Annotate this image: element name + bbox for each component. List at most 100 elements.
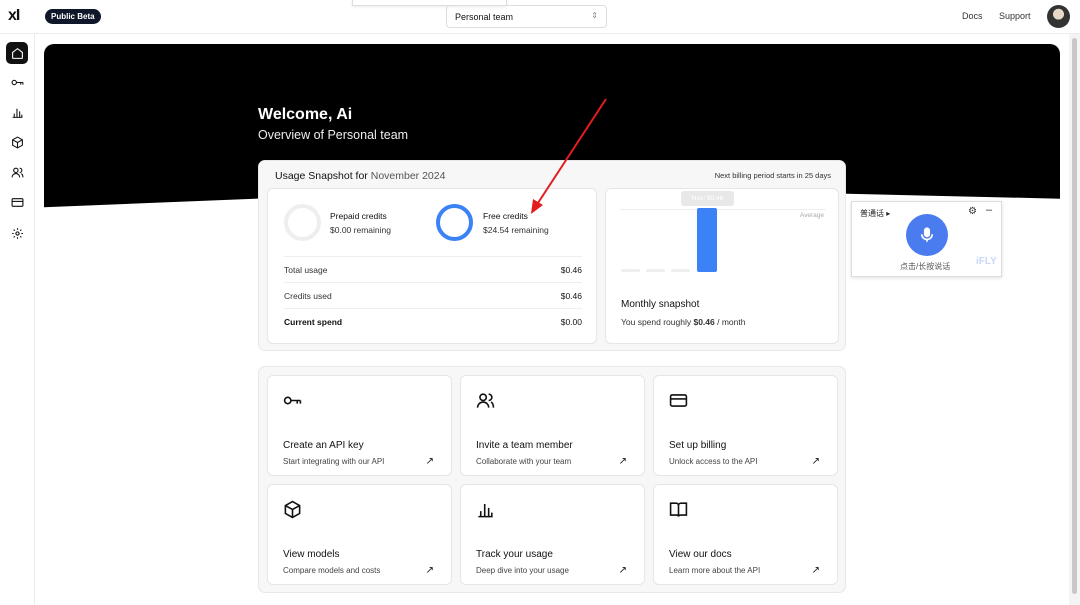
- action-title: View our docs: [669, 549, 732, 560]
- free-credits-remaining: $24.54 remaining: [483, 225, 549, 235]
- chart-bar-empty: [621, 269, 640, 272]
- sidebar: [0, 34, 35, 605]
- action-track-usage[interactable]: Track your usage Deep dive into your usa…: [460, 484, 645, 585]
- docs-link[interactable]: Docs: [962, 11, 983, 21]
- key-icon: [11, 79, 23, 85]
- welcome-heading: Welcome, Ai: [258, 106, 353, 123]
- action-subtitle: Start integrating with our API: [283, 457, 385, 466]
- chart-bar-empty: [646, 269, 665, 272]
- avatar[interactable]: [1047, 5, 1070, 28]
- scrollbar-thumb[interactable]: [1072, 38, 1077, 594]
- action-title: Set up billing: [669, 440, 727, 451]
- usage-row-value: $0.46: [560, 265, 582, 275]
- prepaid-credits-ring: [284, 204, 321, 241]
- bar-chart-icon: [12, 108, 22, 118]
- arrow-up-right-icon: ↗: [425, 456, 434, 467]
- gear-icon: [11, 227, 23, 239]
- credit-card-icon: [669, 394, 688, 407]
- action-subtitle: Collaborate with your team: [476, 457, 572, 466]
- overview-subheading: Overview of Personal team: [258, 128, 409, 142]
- action-create-api-key[interactable]: Create an API key Start integrating with…: [267, 375, 452, 476]
- action-view-models[interactable]: View models Compare models and costs ↗: [267, 484, 452, 585]
- free-credits-ring: [436, 204, 473, 241]
- ifly-logo: iFLY: [976, 256, 997, 267]
- usage-row-label: Credits used: [284, 291, 332, 301]
- usage-snapshot-title: Usage Snapshot for November 2024: [275, 170, 445, 182]
- usage-snapshot-panel: Usage Snapshot for November 2024 Next bi…: [258, 160, 846, 351]
- updown-chevron-icon: ⇕: [591, 11, 598, 20]
- sidebar-item-models[interactable]: [6, 131, 28, 153]
- credit-card-icon: [11, 197, 23, 207]
- arrow-up-right-icon: ↗: [811, 456, 820, 467]
- cube-icon: [284, 500, 301, 519]
- microphone-icon: [920, 227, 934, 242]
- usage-row-label: Current spend: [284, 317, 343, 327]
- next-billing-text: Next billing period starts in 25 days: [714, 171, 831, 180]
- microphone-button[interactable]: [906, 214, 948, 256]
- key-icon: [283, 396, 302, 405]
- ifly-voice-widget: 普通话 ▸ ⚙ – 点击/长按说话 iFLY: [851, 201, 1002, 277]
- action-subtitle: Deep dive into your usage: [476, 566, 569, 575]
- bar-chart-icon: [478, 503, 493, 518]
- arrow-up-right-icon: ↗: [811, 565, 820, 576]
- language-mode-selector[interactable]: 普通话 ▸: [860, 208, 890, 219]
- sidebar-item-team[interactable]: [6, 161, 28, 183]
- action-title: Invite a team member: [476, 440, 573, 451]
- monthly-amount: $0.46: [693, 317, 715, 327]
- scrollbar[interactable]: [1069, 34, 1080, 605]
- home-icon: [11, 47, 23, 59]
- monthly-snapshot-text: You spend roughly $0.46 / month: [621, 317, 745, 327]
- chart-bar-current-month[interactable]: [697, 208, 717, 272]
- sidebar-item-usage[interactable]: [6, 101, 28, 123]
- monthly-suffix: / month: [714, 317, 746, 327]
- cube-icon: [11, 135, 23, 149]
- team-select[interactable]: Personal team ⇕: [446, 5, 607, 28]
- prepaid-credits-label: Prepaid credits: [330, 211, 387, 221]
- users-icon: [11, 167, 23, 177]
- prepaid-credits-remaining: $0.00 remaining: [330, 225, 391, 235]
- monthly-prefix: You spend roughly: [621, 317, 694, 327]
- arrow-up-right-icon: ↗: [618, 456, 627, 467]
- action-set-up-billing[interactable]: Set up billing Unlock access to the API …: [653, 375, 838, 476]
- usage-row-label: Total usage: [284, 265, 328, 275]
- sidebar-item-settings[interactable]: [6, 222, 28, 244]
- book-icon: [669, 502, 688, 517]
- top-bar: xI Public Beta Personal team ⇕ Docs Supp…: [0, 0, 1080, 34]
- app-logo[interactable]: xI: [8, 7, 20, 25]
- average-line: [620, 209, 826, 210]
- free-credits-label: Free credits: [483, 211, 528, 221]
- arrow-up-right-icon: ↗: [425, 565, 434, 576]
- sidebar-item-api-keys[interactable]: [6, 71, 28, 93]
- action-title: View models: [283, 549, 340, 560]
- action-subtitle: Learn more about the API: [669, 566, 761, 575]
- arrow-up-right-icon: ↗: [618, 565, 627, 576]
- chart-bar-empty: [671, 269, 690, 272]
- sidebar-item-home[interactable]: [6, 42, 28, 64]
- action-invite-team-member[interactable]: Invite a team member Collaborate with yo…: [460, 375, 645, 476]
- credits-card: Prepaid credits $0.00 remaining Free cre…: [267, 188, 597, 344]
- usage-row-total: Total usage $0.46: [284, 257, 582, 283]
- action-title: Track your usage: [476, 549, 553, 560]
- action-title: Create an API key: [283, 440, 364, 451]
- gear-icon[interactable]: ⚙: [968, 206, 977, 217]
- usage-row-credits-used: Credits used $0.46: [284, 283, 582, 309]
- snapshot-title-text: Usage Snapshot for: [275, 170, 371, 182]
- voice-hint: 点击/长按说话: [900, 262, 951, 271]
- usage-row-current-spend: Current spend $0.00: [284, 309, 582, 335]
- quick-actions-panel: Create an API key Start integrating with…: [258, 366, 846, 593]
- sidebar-item-billing[interactable]: [6, 191, 28, 213]
- monthly-snapshot-title: Monthly snapshot: [621, 299, 700, 310]
- support-link[interactable]: Support: [999, 11, 1031, 21]
- usage-row-value: $0.00: [560, 317, 582, 327]
- action-view-docs[interactable]: View our docs Learn more about the API ↗: [653, 484, 838, 585]
- average-label: Average: [799, 212, 824, 219]
- team-select-value: Personal team: [455, 12, 514, 22]
- action-subtitle: Unlock access to the API: [669, 457, 758, 466]
- usage-row-value: $0.46: [560, 291, 582, 301]
- public-beta-badge: Public Beta: [45, 9, 101, 24]
- snapshot-month: November 2024: [370, 170, 446, 182]
- chart-tooltip: Nov: $0.46: [681, 191, 734, 206]
- minimize-icon[interactable]: –: [986, 204, 992, 216]
- action-subtitle: Compare models and costs: [283, 566, 381, 575]
- monthly-snapshot-card: Nov: $0.46 Average Monthly snapshot You …: [605, 188, 839, 344]
